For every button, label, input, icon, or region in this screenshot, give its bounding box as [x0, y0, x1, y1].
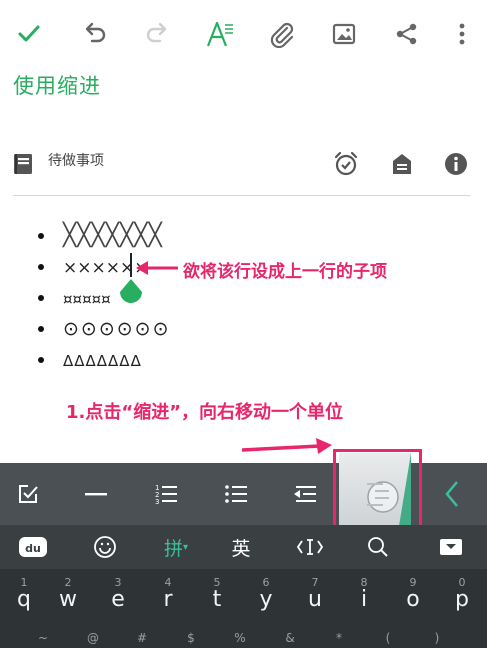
redo-icon[interactable] [139, 16, 175, 52]
emoji-icon[interactable] [90, 525, 120, 569]
annotation-step1: 1.点击“缩进”，向右移动一个单位 [66, 402, 344, 423]
notebook-label[interactable]: 待做事项 [48, 150, 104, 170]
hide-keyboard-icon[interactable] [436, 525, 466, 569]
image-icon[interactable] [326, 16, 362, 52]
notebook-row: 待做事项 [0, 140, 487, 186]
key-l-hint[interactable]: ) [414, 631, 460, 645]
collapse-toolbar-icon[interactable] [428, 463, 476, 525]
key-t[interactable]: 5t [194, 569, 240, 629]
numbered-list-icon[interactable]: 123 [142, 463, 190, 525]
cursor-handle[interactable] [118, 279, 144, 310]
annotation-row-hint: 欲将该行设成上一行的子项 [183, 262, 387, 282]
baidu-logo-icon[interactable]: du [16, 525, 50, 569]
key-e[interactable]: 3e [95, 569, 141, 629]
bullet-list-icon[interactable] [212, 463, 260, 525]
list-item-text[interactable]: ╳╳╳╳╳╳╳ [63, 223, 163, 248]
cursor-move-icon[interactable] [293, 525, 327, 569]
info-icon[interactable] [443, 151, 469, 177]
text-cursor [130, 253, 132, 277]
key-s-hint[interactable]: @ [70, 631, 116, 645]
key-o[interactable]: 9o [390, 569, 436, 629]
key-u[interactable]: 7u [292, 569, 338, 629]
annotation-arrow-left [136, 261, 178, 275]
bullet [38, 295, 44, 301]
list-item-text[interactable]: ΔΔΔΔΔΔΔ [63, 352, 142, 370]
pinyin-mode-button[interactable]: 拼 ▾ [156, 525, 196, 569]
list-item-text[interactable]: ⊙⊙⊙⊙⊙⊙ [63, 318, 171, 340]
checkbox-format-icon[interactable] [4, 463, 52, 525]
top-toolbar [0, 0, 487, 68]
tag-icon[interactable] [389, 151, 415, 177]
annotation-arrow-right [241, 438, 332, 454]
search-icon[interactable] [364, 525, 392, 569]
key-w[interactable]: 2w [45, 569, 91, 629]
dropdown-icon: ▾ [182, 541, 189, 553]
english-mode-button[interactable]: 英 [226, 525, 256, 569]
outdent-icon[interactable] [281, 463, 329, 525]
bullet [38, 326, 44, 332]
keyboard-row2: ~ @ # $ % & * ( ) [0, 630, 487, 648]
key-f-hint[interactable]: $ [168, 631, 214, 645]
pinyin-label: 拼 [163, 537, 183, 560]
key-h-hint[interactable]: & [267, 631, 313, 645]
text-format-icon[interactable] [202, 16, 238, 52]
undo-icon[interactable] [77, 16, 113, 52]
reminder-icon[interactable] [333, 151, 359, 177]
list-item-text[interactable]: ¤¤¤¤¤ [63, 290, 111, 308]
key-k-hint[interactable]: ( [365, 631, 411, 645]
key-a-hint[interactable]: ~ [20, 631, 66, 645]
attachment-icon[interactable] [264, 16, 300, 52]
bullet [38, 264, 44, 270]
more-icon[interactable] [444, 16, 480, 52]
divider [13, 195, 470, 196]
key-j-hint[interactable]: * [316, 631, 362, 645]
key-g-hint[interactable]: % [217, 631, 263, 645]
svg-text:du: du [25, 542, 41, 555]
key-d-hint[interactable]: # [119, 631, 165, 645]
app-screen: { "title": "使用缩进", "notebook": {"label":… [0, 0, 487, 648]
bullet [38, 233, 44, 239]
svg-text:3: 3 [155, 498, 159, 506]
keyboard-top-bar: du 拼 ▾ 英 [0, 525, 487, 569]
key-y[interactable]: 6y [243, 569, 289, 629]
key-i[interactable]: 8i [341, 569, 387, 629]
check-icon[interactable] [11, 16, 47, 52]
bullet [38, 357, 44, 363]
key-p[interactable]: 0p [439, 569, 485, 629]
key-q[interactable]: 1q [1, 569, 47, 629]
note-title[interactable]: 使用缩进 [13, 70, 101, 100]
horizontal-rule-icon[interactable] [72, 463, 120, 525]
notebook-icon[interactable] [13, 152, 33, 176]
key-r[interactable]: 4r [145, 569, 191, 629]
share-icon[interactable] [389, 16, 425, 52]
